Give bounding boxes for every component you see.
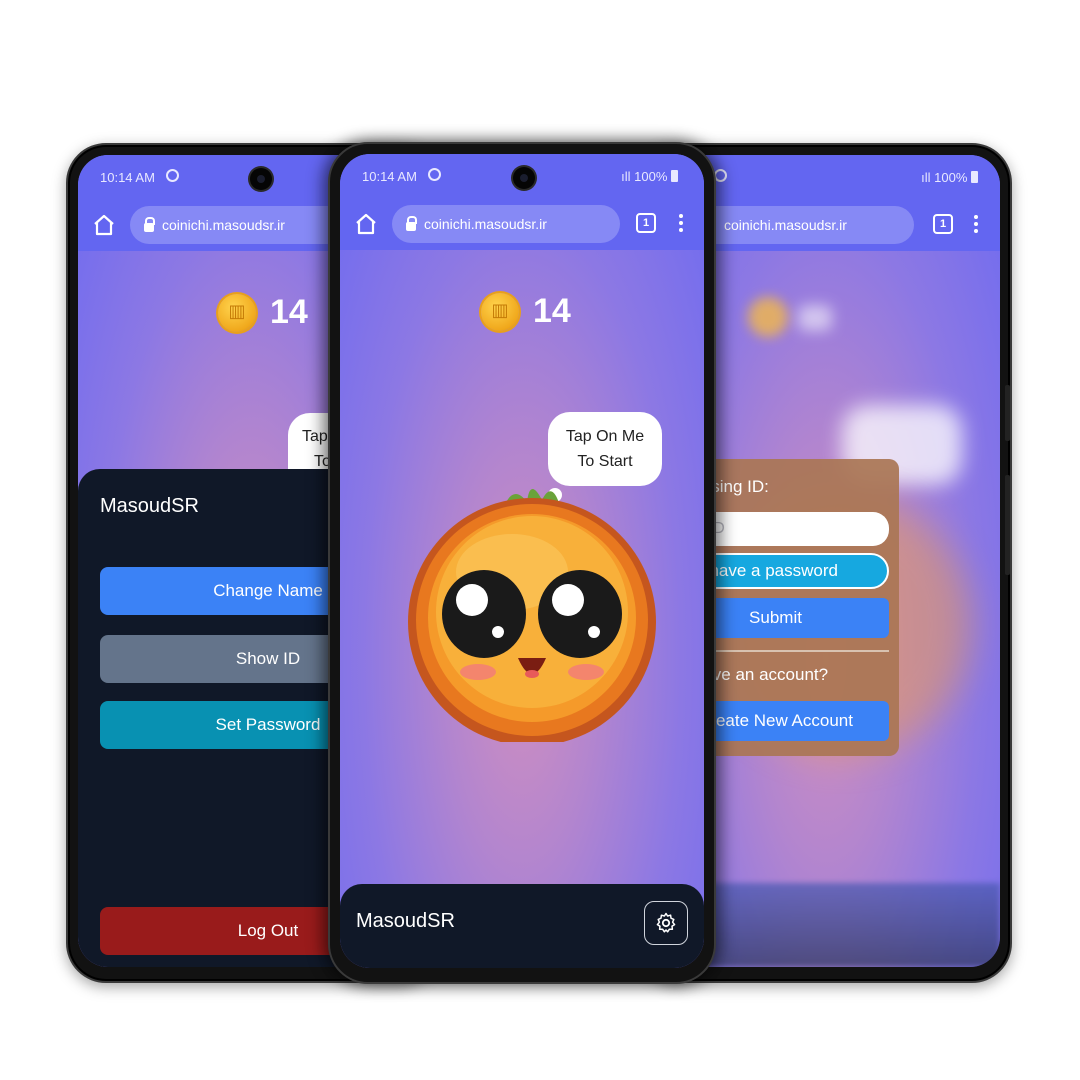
spotify-icon	[166, 169, 179, 182]
settings-button[interactable]	[644, 901, 688, 945]
address-bar[interactable]: coinichi.masoudsr.ir	[692, 206, 914, 244]
status-time: 10:14 AM	[362, 169, 417, 184]
browser-url-bar: coinichi.masoudsr.ir 1	[340, 198, 704, 250]
blurred-coin-icon	[748, 297, 788, 337]
score-display: 14	[481, 292, 571, 331]
score-value: 14	[270, 293, 308, 331]
right-eye	[538, 570, 622, 658]
coin-icon	[481, 292, 519, 331]
score-display: 14	[218, 293, 308, 332]
signal-icon: ıll	[921, 170, 931, 185]
score-value: 14	[533, 292, 571, 330]
lock-icon	[144, 216, 155, 232]
front-camera	[513, 167, 535, 189]
password-toggle-label: I have a password	[700, 561, 838, 580]
signal-icon: ıll	[621, 169, 631, 184]
battery-icon	[671, 170, 678, 182]
coin-icon	[218, 293, 256, 332]
phone-game-screen: 10:14 AM ıll 100% coinichi.masoudsr.ir 1…	[328, 142, 716, 984]
side-button	[1005, 475, 1010, 575]
game-screen: 10:14 AM ıll 100% coinichi.masoudsr.ir 1…	[340, 154, 704, 968]
bubble-line-1: Tap On Me	[565, 428, 645, 445]
battery-percent: 100%	[634, 169, 668, 184]
address-bar[interactable]: coinichi.masoudsr.ir	[392, 205, 620, 243]
blurred-score	[798, 305, 832, 331]
tabs-button[interactable]: 1	[636, 213, 656, 233]
front-camera	[250, 168, 272, 190]
battery-icon	[971, 171, 978, 183]
side-button	[1005, 385, 1010, 441]
status-bar: 10:14 AM ıll 100%	[340, 154, 704, 198]
home-icon[interactable]	[92, 213, 116, 237]
browser-menu-icon[interactable]	[973, 213, 979, 235]
battery-percent: 100%	[934, 170, 968, 185]
spotify-icon	[428, 168, 441, 181]
battery-status: ıll 100%	[921, 170, 978, 185]
lock-icon	[406, 215, 417, 231]
status-time: 10:14 AM	[100, 170, 155, 185]
browser-menu-icon[interactable]	[678, 212, 684, 234]
url-text: coinichi.masoudsr.ir	[724, 217, 847, 233]
battery-status: ıll 100%	[621, 169, 678, 184]
profile-username: MasoudSR	[100, 495, 199, 517]
left-eye	[442, 570, 526, 658]
tabs-button[interactable]: 1	[933, 214, 953, 234]
footer-username: MasoudSR	[356, 910, 455, 932]
home-icon[interactable]	[354, 212, 378, 236]
url-text: coinichi.masoudsr.ir	[162, 217, 285, 233]
game-footer: MasoudSR	[340, 884, 704, 968]
gear-icon	[656, 912, 676, 933]
mascot-coin-character[interactable]	[402, 462, 662, 742]
url-text: coinichi.masoudsr.ir	[424, 216, 547, 232]
